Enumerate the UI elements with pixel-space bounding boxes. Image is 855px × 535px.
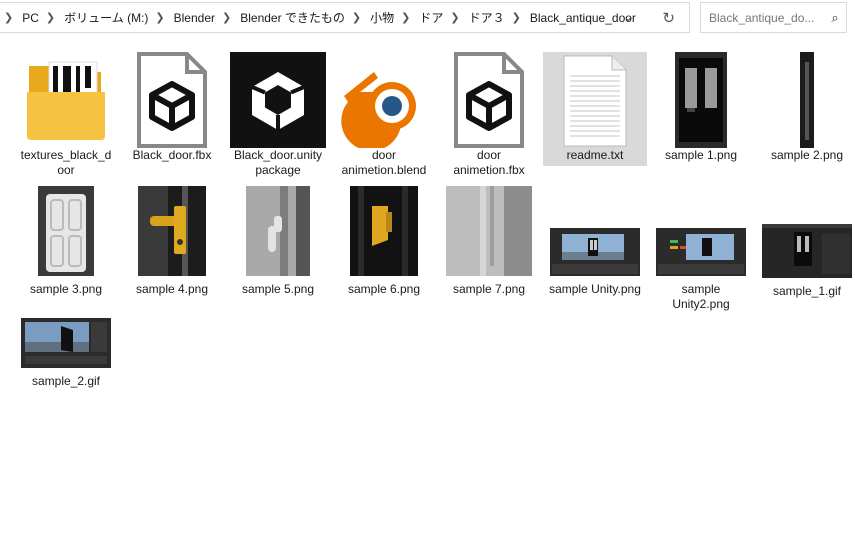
breadcrumb[interactable]: ❯ PC ❯ ボリューム (M:) ❯ Blender ❯ Blender でき…	[0, 2, 690, 33]
file-item-fbx[interactable]: Black_door.fbx	[120, 52, 224, 163]
chevron-right-icon[interactable]: ❯	[345, 11, 370, 24]
file-name: Black_door.fbx	[132, 148, 212, 162]
blender-logo-icon	[341, 72, 416, 148]
image-thumbnail	[138, 186, 206, 276]
file-item-png[interactable]: sample 4.png	[120, 186, 224, 297]
search-icon[interactable]: ⌕	[824, 10, 846, 26]
file-name: sample 5.png	[241, 282, 315, 296]
file-name: sample 3.png	[29, 282, 103, 296]
file-name: sample	[681, 282, 721, 296]
address-toolbar: ❯ PC ❯ ボリューム (M:) ❯ Blender ❯ Blender でき…	[0, 0, 855, 36]
breadcrumb-item-current[interactable]: Black_antique_door	[530, 11, 636, 25]
file-name-line2: animetion.blend	[341, 163, 427, 177]
file-item-png[interactable]: sample 2.png	[755, 52, 855, 163]
file-item-gif[interactable]: sample_1.gif	[755, 186, 855, 299]
file-name: sample_1.gif	[772, 284, 842, 298]
file-name: sample Unity.png	[549, 282, 641, 296]
file-name: readme.txt	[566, 148, 624, 162]
file-name: sample 7.png	[452, 282, 526, 296]
chevron-right-icon[interactable]: ❯	[39, 11, 64, 24]
file-item-fbx[interactable]: door animetion.fbx	[437, 52, 541, 178]
image-thumbnail	[38, 186, 94, 276]
breadcrumb-item-blender-works[interactable]: Blender できたもの	[240, 9, 345, 26]
chevron-right-icon[interactable]: ❯	[505, 11, 530, 24]
search-box[interactable]: Black_antique_do... ⌕	[700, 2, 847, 33]
chevron-right-icon[interactable]: ❯	[443, 11, 468, 24]
file-name: sample 4.png	[135, 282, 209, 296]
image-thumbnail	[550, 228, 640, 276]
file-item-unitypackage[interactable]: Black_door.unity package	[226, 52, 330, 178]
search-input[interactable]: Black_antique_do...	[709, 11, 824, 25]
image-thumbnail	[800, 52, 814, 148]
refresh-icon[interactable]: ↻	[662, 9, 675, 27]
image-thumbnail	[350, 186, 418, 276]
folder-icon	[27, 61, 105, 140]
image-thumbnail	[21, 318, 111, 368]
chevron-right-icon[interactable]: ❯	[0, 11, 22, 24]
image-thumbnail	[246, 186, 310, 276]
file-name-line2: animetion.fbx	[453, 163, 525, 177]
file-item-blend[interactable]: door animetion.blend	[332, 52, 436, 178]
file-name-line2: package	[255, 163, 301, 177]
file-item-png[interactable]: sample 7.png	[437, 186, 541, 297]
breadcrumb-item-pc[interactable]: PC	[22, 11, 39, 25]
file-name: textures_black_d	[20, 148, 112, 162]
chevron-down-icon[interactable]: ⌄	[623, 10, 633, 24]
file-item-txt[interactable]: readme.txt	[543, 52, 647, 166]
file-item-gif[interactable]: sample_2.gif	[14, 318, 118, 389]
file-name-line2: oor	[57, 163, 75, 177]
image-thumbnail	[675, 52, 727, 148]
file-name: sample 2.png	[770, 148, 844, 162]
file-name: Black_door.unity	[233, 148, 323, 162]
text-file-icon	[563, 55, 627, 147]
image-thumbnail	[762, 224, 852, 278]
image-thumbnail	[446, 186, 532, 276]
file-item-folder[interactable]: textures_black_d oor	[14, 52, 118, 178]
chevron-right-icon[interactable]: ❯	[394, 11, 419, 24]
file-item-png[interactable]: sample 3.png	[14, 186, 118, 297]
file-item-png[interactable]: sample 6.png	[332, 186, 436, 297]
breadcrumb-item-door[interactable]: ドア	[419, 9, 443, 26]
file-item-png[interactable]: sample 1.png	[649, 52, 753, 163]
file-item-png[interactable]: sample 5.png	[226, 186, 330, 297]
file-name-line2: Unity2.png	[672, 297, 730, 311]
file-name: door	[476, 148, 502, 162]
breadcrumb-item-blender[interactable]: Blender	[174, 11, 215, 25]
breadcrumb-item-door3[interactable]: ドア３	[469, 9, 505, 26]
unity-logo-icon	[230, 52, 326, 148]
chevron-right-icon[interactable]: ❯	[215, 11, 240, 24]
breadcrumb-item-props[interactable]: 小物	[370, 9, 394, 26]
file-name: sample 6.png	[347, 282, 421, 296]
file-item-png[interactable]: sample Unity.png	[543, 186, 647, 297]
breadcrumb-item-volume[interactable]: ボリューム (M:)	[64, 9, 148, 26]
fbx-file-icon	[454, 52, 524, 148]
file-name: sample_2.gif	[31, 374, 101, 388]
chevron-right-icon[interactable]: ❯	[148, 11, 173, 24]
file-item-png[interactable]: sample Unity2.png	[649, 186, 753, 312]
image-thumbnail	[656, 228, 746, 276]
file-name: sample 1.png	[664, 148, 738, 162]
fbx-file-icon	[137, 52, 207, 148]
file-name: door	[371, 148, 397, 162]
